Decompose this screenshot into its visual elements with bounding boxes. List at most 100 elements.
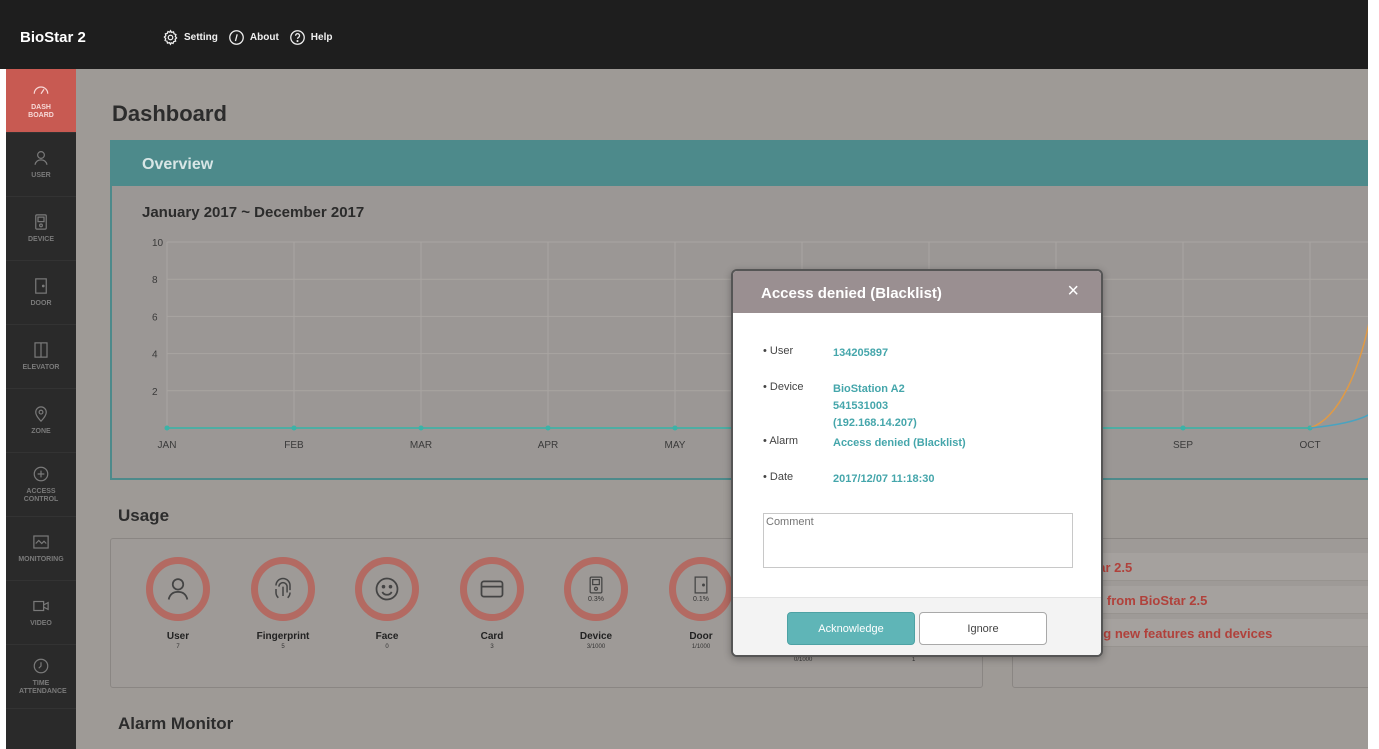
clock-icon — [33, 658, 49, 674]
smiley-icon — [375, 577, 399, 601]
sidebar-item-label: TIME ATTENDANCE — [19, 680, 67, 695]
about-label: About — [249, 32, 279, 43]
ignore-button[interactable]: Ignore — [919, 612, 1047, 645]
usage-ring — [355, 557, 419, 621]
usage-face: Face 0 — [342, 557, 432, 650]
sidebar-item-label: DEVICE — [27, 236, 55, 243]
modal-header: Access denied (Blacklist) × — [733, 271, 1101, 313]
alarm-monitor-title: Alarm Monitor — [118, 714, 234, 733]
detail-row-date: • Date 2017/12/07 11:18:30 — [763, 471, 935, 485]
modal-title: Access denied (Blacklist) — [761, 285, 942, 302]
detail-key: • Device — [763, 381, 804, 393]
usage-title: Usage — [118, 506, 170, 525]
sidebar-item-label: DASH BOARD — [28, 104, 54, 119]
speedometer-icon — [33, 86, 49, 95]
sidebar-item-access-control[interactable]: ACCESS CONTROL — [6, 453, 76, 517]
detail-key-text: User — [769, 345, 794, 357]
sidebar-item-video[interactable]: VIDEO — [6, 581, 76, 645]
help-link[interactable]: Help — [289, 29, 333, 46]
data-point — [1180, 425, 1186, 431]
usage-label: Card — [480, 631, 504, 642]
usage-ring — [460, 557, 524, 621]
info-icon — [229, 30, 244, 45]
data-point — [291, 425, 297, 431]
x-tick-label: SEP — [1173, 440, 1193, 451]
detail-key-text: Date — [769, 471, 794, 483]
y-tick-label: 8 — [152, 275, 158, 286]
detail-key-text: Alarm — [769, 435, 799, 447]
user-icon — [167, 578, 189, 600]
elevator-icon — [34, 342, 48, 358]
help-label: Help — [310, 32, 333, 43]
top-bar: BioStar 2 Setting About Help — [0, 0, 1368, 69]
usage-ring — [251, 557, 315, 621]
data-point — [164, 425, 170, 431]
sidebar-item-user[interactable]: USER — [6, 133, 76, 197]
x-tick-label: OCT — [1299, 440, 1320, 451]
modal-footer: Acknowledge Ignore — [733, 597, 1101, 655]
sidebar-item-zone[interactable]: ZONE — [6, 389, 76, 453]
series-line — [1309, 323, 1368, 429]
detail-key: • Alarm — [763, 435, 799, 447]
usage-count: 3 — [490, 644, 494, 650]
acknowledge-button[interactable]: Acknowledge — [787, 612, 915, 645]
device-icon — [35, 214, 47, 230]
sidebar-item-label: ELEVATOR — [22, 364, 60, 371]
card-icon — [480, 580, 504, 598]
detail-key-text: Device — [769, 381, 804, 393]
door-icon — [35, 278, 47, 294]
detail-value: BioStation A2 541531003 (192.168.14.207) — [833, 383, 917, 429]
detail-row-alarm: • Alarm Access denied (Blacklist) — [763, 435, 966, 449]
data-point — [672, 425, 678, 431]
detail-value: 2017/12/07 11:18:30 — [833, 473, 935, 485]
detail-key: • User — [763, 345, 794, 357]
detail-row-device: • Device BioStation A2 541531003 (192.16… — [763, 381, 917, 429]
x-tick-label: JAN — [158, 440, 177, 451]
sidebar-item-monitoring[interactable]: MONITORING — [6, 517, 76, 581]
main-content: Dashboard Overview January 2017 ~ Decemb… — [76, 69, 1368, 749]
sidebar: DASH BOARD USER DEVICE DOOR ELEVATOR ZON… — [6, 69, 76, 749]
about-link[interactable]: About — [228, 29, 279, 46]
detail-value: 134205897 — [833, 347, 889, 359]
sidebar-item-label: MONITORING — [18, 556, 64, 563]
access-control-icon — [33, 466, 49, 482]
series-line — [1309, 414, 1368, 429]
sidebar-item-elevator[interactable]: ELEVATOR — [6, 325, 76, 389]
usage-count: 3/1000 — [586, 644, 606, 650]
data-point — [418, 425, 424, 431]
data-point — [545, 425, 551, 431]
usage-device: 0.3% Device 3/1000 — [551, 557, 641, 650]
x-tick-label: APR — [538, 440, 559, 451]
device-icon — [589, 576, 603, 594]
x-tick-label: FEB — [284, 440, 304, 451]
usage-fingerprint: Fingerprint 5 — [238, 557, 328, 650]
door-icon — [694, 576, 708, 594]
y-tick-label: 4 — [152, 350, 158, 361]
top-nav: Setting About Help — [162, 29, 332, 46]
x-tick-label: MAR — [410, 440, 432, 451]
usage-card: Card 3 — [447, 557, 537, 650]
usage-count: 1 — [912, 657, 916, 663]
sidebar-item-dashboard[interactable]: DASH BOARD — [6, 69, 76, 133]
usage-label: Fingerprint — [256, 631, 310, 642]
setting-link[interactable]: Setting — [162, 29, 218, 46]
detail-value: Access denied (Blacklist) — [833, 437, 966, 449]
sidebar-item-device[interactable]: DEVICE — [6, 197, 76, 261]
user-icon — [34, 151, 48, 165]
alarm-modal: Access denied (Blacklist) × • User 13420… — [731, 269, 1103, 657]
comment-field[interactable] — [763, 513, 1073, 568]
setting-label: Setting — [184, 32, 218, 43]
sidebar-item-door[interactable]: DOOR — [6, 261, 76, 325]
y-tick-label: 10 — [152, 238, 164, 249]
help-icon — [289, 30, 305, 45]
usage-count: 7 — [176, 644, 180, 650]
close-icon[interactable]: × — [1067, 280, 1079, 303]
app-brand[interactable]: BioStar 2 — [20, 29, 86, 46]
y-tick-label: 2 — [152, 387, 158, 398]
usage-ring: 0.3% — [564, 557, 628, 621]
usage-label: Device — [579, 631, 613, 642]
sidebar-item-time-attendance[interactable]: TIME ATTENDANCE — [6, 645, 76, 709]
location-pin-icon — [35, 406, 47, 422]
detail-row-user: • User 134205897 — [763, 345, 888, 359]
usage-percent: 0.1% — [693, 596, 709, 603]
